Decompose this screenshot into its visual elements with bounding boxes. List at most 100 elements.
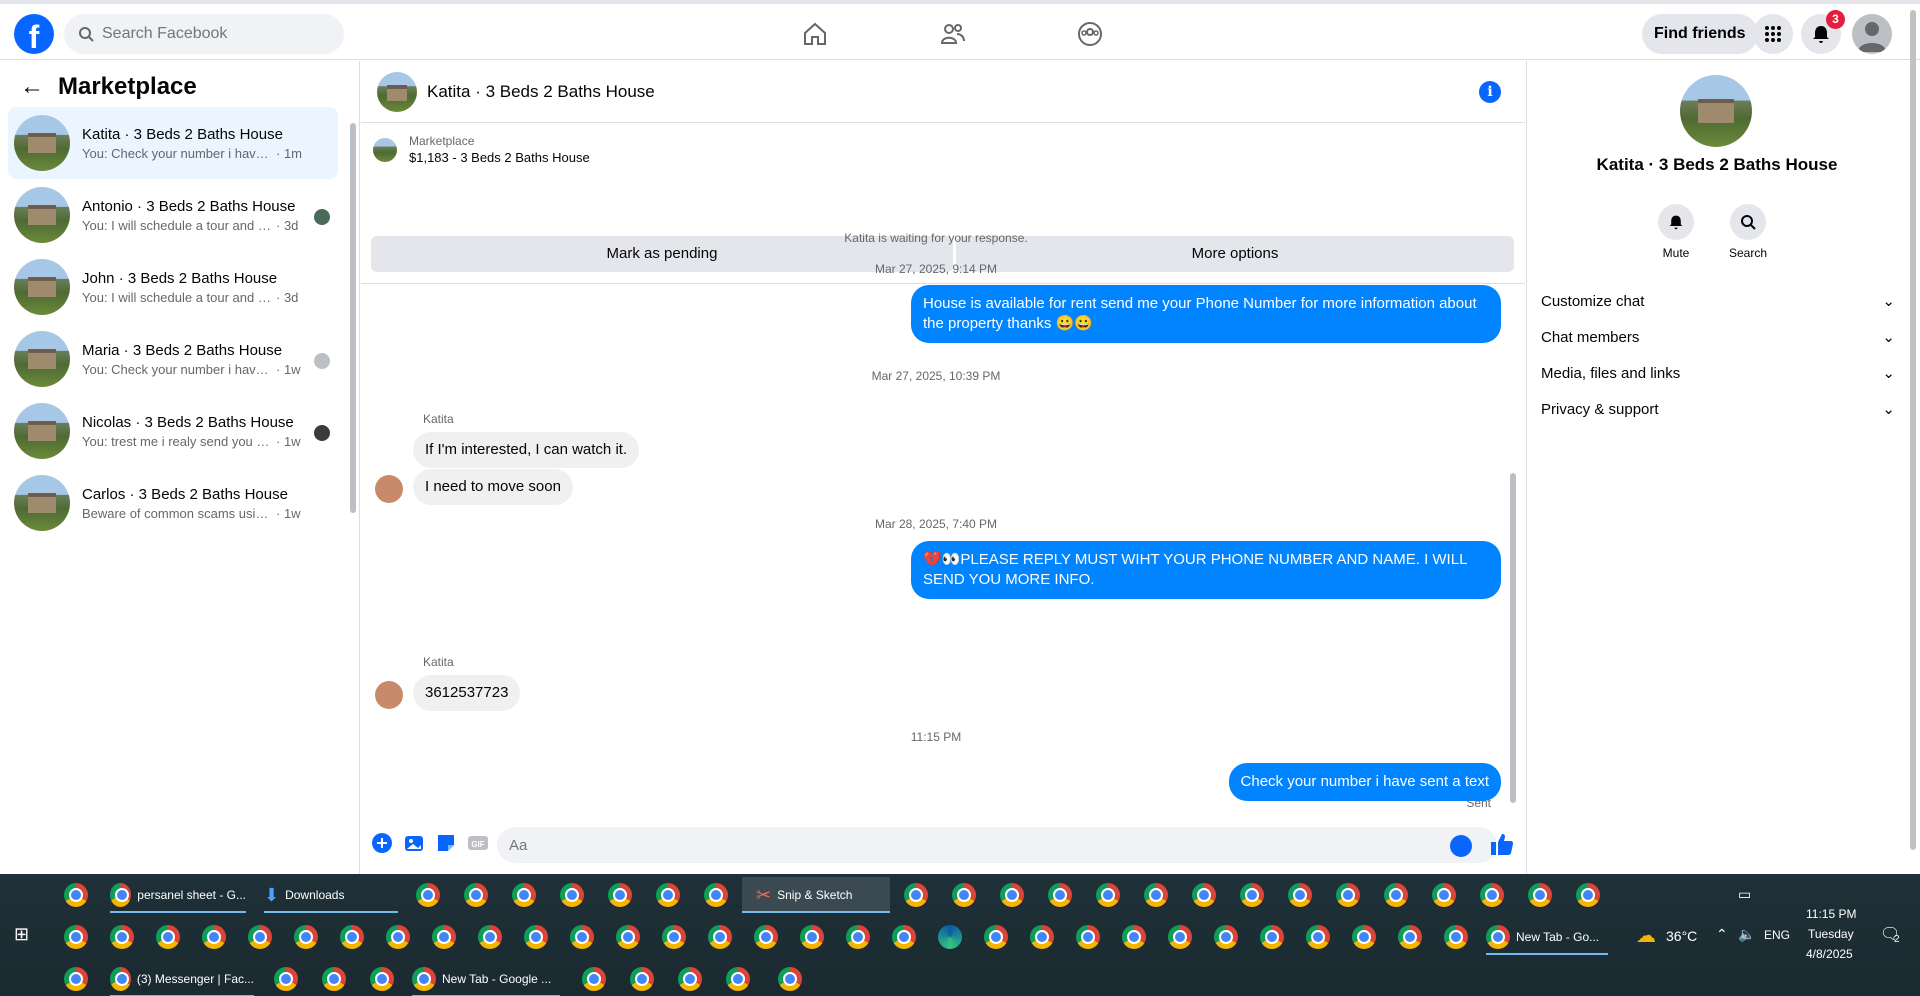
- emoji-icon[interactable]: [1450, 835, 1472, 857]
- taskbar-app-persanel-sheet[interactable]: persanel sheet - G...: [110, 877, 246, 913]
- chrome-icon[interactable]: [1144, 883, 1168, 907]
- chrome-icon[interactable]: [1096, 883, 1120, 907]
- chrome-icon[interactable]: [1444, 925, 1468, 949]
- chrome-icon[interactable]: [1306, 925, 1330, 949]
- incoming-message[interactable]: I need to move soon: [413, 469, 573, 505]
- chevron-up-icon[interactable]: ⌃: [1716, 926, 1728, 943]
- listing-price[interactable]: $1,183 - 3 Beds 2 Baths House: [409, 150, 590, 165]
- chrome-icon[interactable]: [1030, 925, 1054, 949]
- search-input[interactable]: [102, 25, 322, 43]
- chrome-icon[interactable]: [846, 925, 870, 949]
- photo-icon[interactable]: [403, 832, 425, 854]
- plus-icon[interactable]: [371, 832, 393, 854]
- chrome-icon[interactable]: [416, 883, 440, 907]
- chrome-icon[interactable]: [1528, 883, 1552, 907]
- chrome-icon[interactable]: [1398, 925, 1422, 949]
- taskbar-app-downloads[interactable]: ⬇ Downloads: [264, 877, 398, 913]
- chrome-icon[interactable]: [248, 925, 272, 949]
- speaker-icon[interactable]: 🔈: [1738, 926, 1755, 943]
- weather-temperature[interactable]: 36°C: [1666, 928, 1697, 944]
- customize-chat-row[interactable]: Customize chat ⌄: [1541, 283, 1895, 319]
- back-arrow-icon[interactable]: ←: [20, 73, 44, 101]
- chrome-icon[interactable]: [754, 925, 778, 949]
- display-icon[interactable]: ▭: [1738, 886, 1751, 903]
- chrome-icon[interactable]: [608, 883, 632, 907]
- chat-title[interactable]: Katita · 3 Beds 2 Baths House: [427, 82, 655, 102]
- chrome-icon[interactable]: [432, 925, 456, 949]
- chrome-icon[interactable]: [294, 925, 318, 949]
- chrome-icon[interactable]: [1576, 883, 1600, 907]
- chrome-icon[interactable]: [1336, 883, 1360, 907]
- info-icon[interactable]: i: [1479, 81, 1501, 103]
- outgoing-message[interactable]: 💔👀PLEASE REPLY MUST WIHT YOUR PHONE NUMB…: [911, 541, 1501, 599]
- chrome-icon[interactable]: [478, 925, 502, 949]
- chrome-icon[interactable]: [560, 883, 584, 907]
- chrome-icon[interactable]: [464, 883, 488, 907]
- windows-start-icon[interactable]: ⊞: [14, 924, 29, 945]
- gif-icon[interactable]: GIF: [467, 832, 489, 854]
- chrome-icon[interactable]: [662, 925, 686, 949]
- notifications-button[interactable]: 3: [1801, 10, 1845, 54]
- conversation-item-john[interactable]: John · 3 Beds 2 Baths House You: I will …: [8, 251, 338, 323]
- chrome-icon[interactable]: [322, 967, 346, 991]
- chrome-icon[interactable]: [656, 883, 680, 907]
- conversation-list-scrollbar[interactable]: [349, 113, 357, 513]
- incoming-message[interactable]: 3612537723: [413, 675, 521, 711]
- home-icon[interactable]: [801, 20, 829, 48]
- chrome-icon[interactable]: [1384, 883, 1408, 907]
- outgoing-message[interactable]: House is available for rent send me your…: [911, 285, 1501, 343]
- message-input[interactable]: [497, 827, 1497, 863]
- chrome-icon[interactable]: [1048, 883, 1072, 907]
- katita-avatar[interactable]: [375, 681, 403, 709]
- account-avatar[interactable]: [1852, 14, 1892, 54]
- taskbar-app-snip-sketch[interactable]: ✂ Snip & Sketch: [742, 877, 890, 913]
- clock-time[interactable]: 11:15 PM: [1806, 907, 1856, 921]
- katita-avatar[interactable]: [375, 475, 403, 503]
- chrome-icon[interactable]: [570, 925, 594, 949]
- chat-avatar[interactable]: [377, 71, 417, 112]
- edge-icon[interactable]: [938, 925, 962, 949]
- chrome-icon[interactable]: [524, 925, 548, 949]
- mute-action[interactable]: Mute: [1646, 204, 1706, 260]
- thumbs-up-icon[interactable]: [1489, 831, 1515, 857]
- chrome-icon[interactable]: [904, 883, 928, 907]
- chrome-icon[interactable]: [582, 967, 606, 991]
- chrome-icon[interactable]: [800, 925, 824, 949]
- language-indicator[interactable]: ENG: [1764, 928, 1790, 942]
- media-files-links-row[interactable]: Media, files and links ⌄: [1541, 355, 1895, 391]
- chrome-icon[interactable]: [708, 925, 732, 949]
- taskbar-app-new-tab-google[interactable]: New Tab - Google ...: [412, 961, 560, 996]
- conversation-item-carlos[interactable]: Carlos · 3 Beds 2 Baths House Beware of …: [8, 467, 338, 539]
- chrome-icon[interactable]: [1122, 925, 1146, 949]
- chrome-icon[interactable]: [726, 967, 750, 991]
- chrome-icon[interactable]: [340, 925, 364, 949]
- weather-icon[interactable]: ☁: [1636, 923, 1656, 948]
- conversation-item-nicolas[interactable]: Nicolas · 3 Beds 2 Baths House You: tres…: [8, 395, 338, 467]
- chrome-icon[interactable]: [630, 967, 654, 991]
- search-action[interactable]: Search: [1718, 204, 1778, 260]
- chrome-icon[interactable]: [1168, 925, 1192, 949]
- menu-button[interactable]: [1753, 14, 1793, 54]
- page-scrollbar[interactable]: [1906, 0, 1920, 874]
- chrome-icon[interactable]: [370, 967, 394, 991]
- conversation-item-maria[interactable]: Maria · 3 Beds 2 Baths House You: Check …: [8, 323, 338, 395]
- chat-members-row[interactable]: Chat members ⌄: [1541, 319, 1895, 355]
- clock-date[interactable]: 4/8/2025: [1806, 947, 1853, 961]
- chrome-icon[interactable]: [64, 967, 88, 991]
- chrome-icon[interactable]: [1000, 883, 1024, 907]
- chrome-icon[interactable]: [274, 967, 298, 991]
- chrome-icon[interactable]: [64, 883, 88, 907]
- chrome-icon[interactable]: [1480, 883, 1504, 907]
- chrome-icon[interactable]: [1214, 925, 1238, 949]
- search-facebook-box[interactable]: [64, 14, 344, 54]
- clock-day[interactable]: Tuesday: [1808, 927, 1854, 941]
- taskbar-app-new-tab[interactable]: New Tab - Go...: [1486, 919, 1608, 955]
- chrome-icon[interactable]: [156, 925, 180, 949]
- chrome-icon[interactable]: [778, 967, 802, 991]
- message-thread-scrollbar[interactable]: [1509, 223, 1517, 813]
- chrome-icon[interactable]: [1260, 925, 1284, 949]
- chrome-icon[interactable]: [984, 925, 1008, 949]
- chrome-icon[interactable]: [386, 925, 410, 949]
- conversation-item-katita[interactable]: Katita · 3 Beds 2 Baths House You: Check…: [8, 107, 338, 179]
- taskbar-app-messenger[interactable]: (3) Messenger | Fac...: [110, 961, 254, 996]
